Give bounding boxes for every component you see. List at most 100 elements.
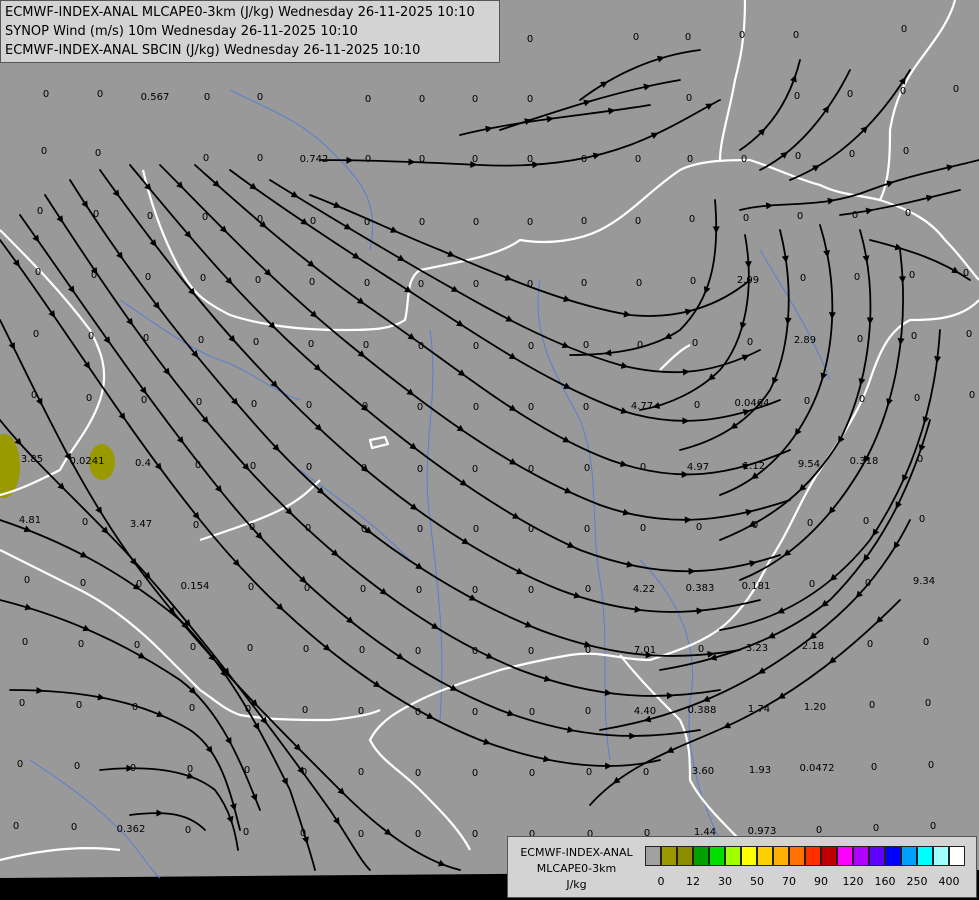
cin-value-label: 0 — [585, 645, 591, 656]
legend-swatch — [757, 846, 773, 866]
legend-swatch — [901, 846, 917, 866]
cin-value-label: 0 — [193, 520, 199, 531]
cin-value-label: 0 — [136, 579, 142, 590]
cin-value-label: 0 — [969, 390, 975, 401]
cin-value-label: 3.60 — [692, 766, 714, 777]
cin-value-label: 0 — [95, 148, 101, 159]
cin-value-label: 0 — [358, 767, 364, 778]
cin-value-label: 0.154 — [181, 581, 210, 592]
cin-value-label: 0 — [93, 209, 99, 220]
cin-value-label: 0 — [359, 645, 365, 656]
cin-value-label: 0 — [963, 268, 969, 279]
legend-tick: 400 — [938, 875, 960, 888]
legend-swatch — [709, 846, 725, 866]
cin-value-label: 0 — [305, 523, 311, 534]
cin-value-label: 0 — [132, 702, 138, 713]
cin-value-label: 1.20 — [804, 702, 826, 713]
cin-value-label: 0 — [362, 401, 368, 412]
cin-value-label: 0 — [911, 331, 917, 342]
cin-value-label: 0 — [528, 341, 534, 352]
cin-value-label: 0 — [364, 217, 370, 228]
cin-value-label: 0 — [793, 30, 799, 41]
cin-value-label: 0 — [301, 767, 307, 778]
cin-value-label: 0 — [472, 154, 478, 165]
legend-tick: 12 — [686, 875, 700, 888]
legend-swatch — [853, 846, 869, 866]
map-background — [0, 0, 979, 878]
cin-value-label: 0 — [257, 153, 263, 164]
cin-value-label: 0 — [528, 524, 534, 535]
cin-value-label: 0 — [419, 154, 425, 165]
cin-value-label: 0 — [583, 340, 589, 351]
cin-value-label: 0 — [248, 582, 254, 593]
cin-value-label: 0 — [195, 460, 201, 471]
cin-value-label: 0 — [308, 339, 314, 350]
cin-value-label: 0 — [74, 761, 80, 772]
cin-value-label: 0 — [900, 86, 906, 97]
cin-value-label: 0 — [527, 279, 533, 290]
cin-value-label: 0 — [134, 640, 140, 651]
cin-value-label: 0 — [794, 91, 800, 102]
cin-value-label: 0.362 — [117, 824, 146, 835]
cin-value-label: 0.4 — [135, 458, 151, 469]
cin-value-label: 1.93 — [749, 765, 771, 776]
legend-swatch — [661, 846, 677, 866]
cin-value-label: 0 — [300, 828, 306, 839]
cin-value-label: 0 — [189, 703, 195, 714]
cin-value-label: 0 — [247, 643, 253, 654]
cin-value-label: 0 — [692, 338, 698, 349]
cin-value-label: 0 — [365, 94, 371, 105]
cin-value-label: 0 — [873, 823, 879, 834]
cin-value-label: 0 — [249, 522, 255, 533]
cin-value-label: 0 — [185, 825, 191, 836]
cin-value-label: 0 — [97, 89, 103, 100]
legend-swatch — [869, 846, 885, 866]
cin-value-label: 0 — [251, 399, 257, 410]
legend-swatch — [917, 846, 933, 866]
cin-value-label: 4.77 — [631, 401, 653, 412]
cin-value-label: 0 — [528, 585, 534, 596]
cin-value-label: 3.85 — [21, 454, 43, 465]
title-cin: ECMWF-INDEX-ANAL SBCIN (J/kg) Wednesday … — [5, 43, 421, 58]
cin-value-label: 0 — [472, 585, 478, 596]
cin-value-label: 0.181 — [742, 581, 771, 592]
cin-value-label: 0 — [365, 154, 371, 165]
cin-value-label: 0 — [24, 575, 30, 586]
cin-value-label: 0 — [527, 34, 533, 45]
cin-value-label: 0 — [302, 705, 308, 716]
cin-value-label: 0 — [930, 821, 936, 832]
cin-value-label: 0 — [472, 707, 478, 718]
cin-value-label: 0 — [147, 211, 153, 222]
cin-value-label: 0 — [472, 464, 478, 475]
cin-value-label: 0 — [190, 642, 196, 653]
cin-value-label: 0 — [527, 154, 533, 165]
cin-value-label: 0 — [953, 84, 959, 95]
cin-value-label: 0 — [418, 279, 424, 290]
cin-value-label: 0 — [529, 707, 535, 718]
cin-value-label: 0 — [358, 706, 364, 717]
cin-value-label: 0 — [310, 216, 316, 227]
cin-value-label: 0 — [635, 154, 641, 165]
legend-swatch — [645, 846, 661, 866]
cin-value-label: 0 — [196, 397, 202, 408]
cin-value-label: 0 — [200, 273, 206, 284]
cin-value-label: 0 — [859, 394, 865, 405]
cin-value-label: 7.01 — [634, 645, 656, 656]
cin-value-label: 0 — [364, 278, 370, 289]
cin-value-label: 0 — [581, 216, 587, 227]
cin-value-label: 0 — [361, 524, 367, 535]
cin-value-label: 0 — [905, 208, 911, 219]
cin-value-label: 0 — [804, 396, 810, 407]
cin-value-label: 0 — [581, 154, 587, 165]
legend-subtitle: MLCAPE0-3km — [536, 862, 617, 875]
cin-value-label: 0 — [847, 89, 853, 100]
cin-value-label: 0 — [473, 524, 479, 535]
cin-value-label: 0 — [687, 154, 693, 165]
cin-value-label: 0 — [854, 272, 860, 283]
legend-swatch — [949, 846, 965, 866]
cin-value-label: 0 — [130, 763, 136, 774]
cin-value-label: 0.388 — [688, 705, 717, 716]
cin-value-label: 0 — [472, 646, 478, 657]
cin-value-label: 0 — [35, 267, 41, 278]
cin-value-label: 0 — [473, 217, 479, 228]
